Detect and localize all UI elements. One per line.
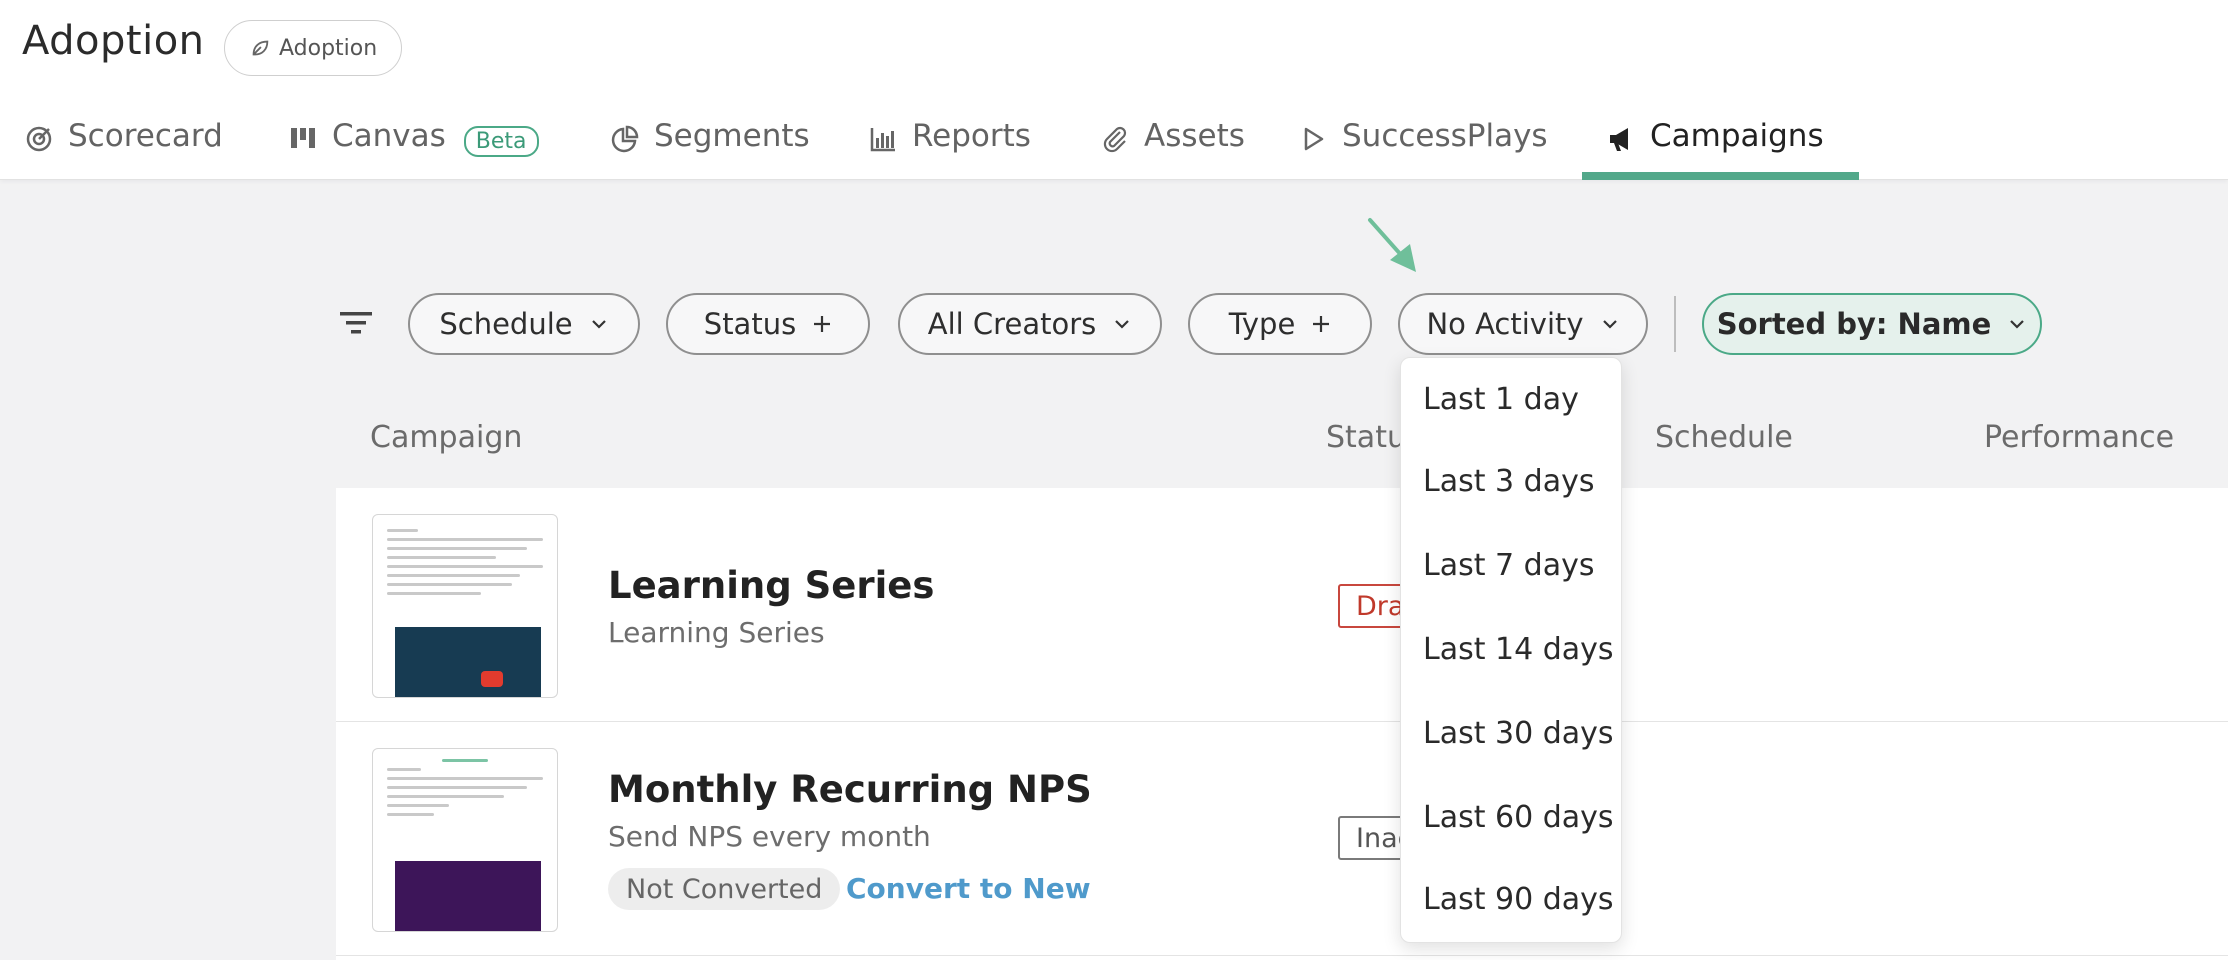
page-title: Adoption [22, 18, 205, 64]
tab-label: Reports [912, 118, 1031, 154]
plus-icon [1313, 316, 1330, 332]
campaign-thumbnail[interactable] [372, 748, 558, 932]
campaign-subtitle: Learning Series [608, 616, 825, 649]
tab-label: Campaigns [1650, 118, 1824, 154]
thumbnail-image [395, 861, 541, 931]
pie-chart-icon [611, 125, 639, 153]
chevron-down-icon [2010, 320, 2025, 329]
video-play-icon [481, 671, 503, 687]
tab-label: Scorecard [68, 118, 223, 154]
menu-item-last-7-days[interactable]: Last 7 days [1423, 548, 1594, 583]
menu-item-last-1-day[interactable]: Last 1 day [1423, 382, 1579, 417]
menu-item-last-60-days[interactable]: Last 60 days [1423, 800, 1614, 835]
chevron-down-icon [591, 320, 606, 329]
leaf-icon [252, 40, 269, 56]
chevron-down-icon [1115, 320, 1130, 329]
tab-label: Assets [1144, 118, 1245, 154]
tab-segments[interactable]: Segments [610, 108, 810, 180]
megaphone-icon [1610, 128, 1628, 151]
activity-dropdown-menu: Last 1 day Last 3 days Last 7 days Last … [1400, 357, 1622, 943]
creators-filter-label: All Creators [927, 307, 1097, 341]
menu-item-last-3-days[interactable]: Last 3 days [1423, 464, 1594, 499]
activity-filter[interactable]: No Activity [1398, 293, 1648, 355]
table-row[interactable]: Monthly Recurring NPS Send NPS every mon… [336, 722, 2228, 956]
campaign-title[interactable]: Monthly Recurring NPS [608, 768, 1092, 811]
tab-canvas[interactable]: Canvas Beta [288, 108, 539, 180]
active-tab-indicator [1582, 172, 1859, 180]
menu-item-last-30-days[interactable]: Last 30 days [1423, 716, 1614, 751]
menu-item-last-90-days[interactable]: Last 90 days [1423, 882, 1614, 917]
tab-reports[interactable]: Reports [868, 108, 1031, 180]
tab-label: Segments [654, 118, 810, 154]
filter-divider [1674, 296, 1676, 352]
table-row[interactable]: Learning Series Learning Series Draft [336, 488, 2228, 722]
beta-badge: Beta [463, 126, 539, 157]
paperclip-icon [1103, 126, 1127, 153]
campaign-thumbnail[interactable] [372, 514, 558, 698]
status-filter-label: Status [703, 307, 797, 341]
sort-label: Sorted by: Name [1716, 307, 1992, 341]
top-bar: Adoption Adoption Scorecard Canvas Beta … [0, 0, 2228, 180]
sort-button[interactable]: Sorted by: Name [1702, 293, 2042, 355]
tab-successplays[interactable]: SuccessPlays [1298, 108, 1548, 180]
annotation-arrow-icon [1368, 218, 1416, 272]
tab-assets[interactable]: Assets [1100, 108, 1245, 180]
tab-scorecard[interactable]: Scorecard [24, 108, 223, 180]
conversion-badge: Not Converted [608, 868, 841, 910]
tab-campaigns[interactable]: Campaigns [1606, 108, 1824, 180]
canvas-icon [291, 128, 315, 148]
plus-icon [814, 316, 831, 332]
schedule-filter-label: Schedule [439, 307, 573, 341]
schedule-filter[interactable]: Schedule [408, 293, 640, 355]
status-filter[interactable]: Status [666, 293, 870, 355]
breadcrumb-label: Adoption [279, 35, 378, 61]
breadcrumb[interactable]: Adoption [224, 20, 403, 76]
type-filter[interactable]: Type [1188, 293, 1372, 355]
column-header-schedule[interactable]: Schedule [1655, 420, 1793, 455]
column-header-campaign[interactable]: Campaign [370, 420, 522, 455]
thumbnail-image [395, 627, 541, 697]
type-filter-label: Type [1228, 307, 1296, 341]
tab-label: SuccessPlays [1342, 118, 1548, 154]
column-header-performance[interactable]: Performance [1984, 420, 2174, 455]
bar-chart-icon [870, 128, 895, 152]
scorecard-icon [26, 126, 52, 152]
chevron-down-icon [1602, 320, 1617, 329]
filter-icon[interactable] [338, 308, 374, 338]
menu-item-last-14-days[interactable]: Last 14 days [1423, 632, 1614, 667]
creators-filter[interactable]: All Creators [898, 293, 1162, 355]
tab-label: Canvas [332, 118, 446, 154]
activity-filter-label: No Activity [1426, 307, 1584, 341]
campaign-title[interactable]: Learning Series [608, 564, 934, 607]
convert-to-new-link[interactable]: Convert to New [846, 872, 1091, 905]
campaign-subtitle: Send NPS every month [608, 820, 931, 853]
play-icon [1304, 127, 1324, 151]
